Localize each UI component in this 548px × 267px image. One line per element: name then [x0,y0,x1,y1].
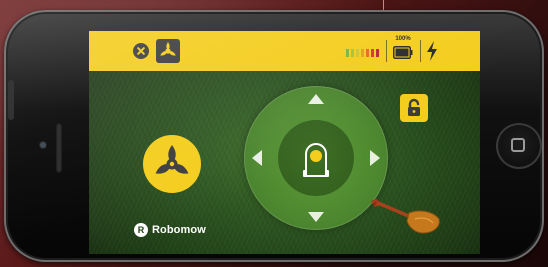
brand-mark-icon: R [134,223,148,237]
battery-icon [393,46,413,59]
phone-speaker [56,123,62,173]
toolbar-divider [386,40,387,62]
home-square-icon [511,138,525,152]
signal-strength-icon [346,49,379,57]
app-screen: 100% R Robomow [89,31,480,254]
home-button[interactable] [496,123,542,169]
arrow-left-icon[interactable] [252,150,262,166]
arrow-up-icon[interactable] [308,94,324,104]
mower-icon [303,143,329,177]
toolbar-divider [420,40,421,62]
close-icon[interactable] [133,43,149,59]
shovel-icon [371,199,440,234]
arrow-right-icon[interactable] [370,150,380,166]
front-camera [40,142,46,148]
robomow-tri-blade-icon [155,145,189,174]
background-line [383,0,384,10]
phone-side-button[interactable] [8,80,14,120]
lock-toggle-button[interactable] [400,94,428,122]
mode-button[interactable] [156,39,180,63]
brand-name: Robomow [152,224,206,236]
arrow-down-icon[interactable] [308,212,324,222]
robomow-tri-blade-icon [160,42,176,56]
brand-logo: R Robomow [134,221,206,239]
unlock-icon [408,98,420,116]
battery-indicator: 100% [391,35,415,67]
lightning-bolt-icon [427,41,437,61]
top-toolbar: 100% [89,31,480,71]
drive-mode-button[interactable] [143,135,201,193]
battery-percent-label: 100% [395,36,411,42]
brand-mark-letter: R [137,225,145,235]
